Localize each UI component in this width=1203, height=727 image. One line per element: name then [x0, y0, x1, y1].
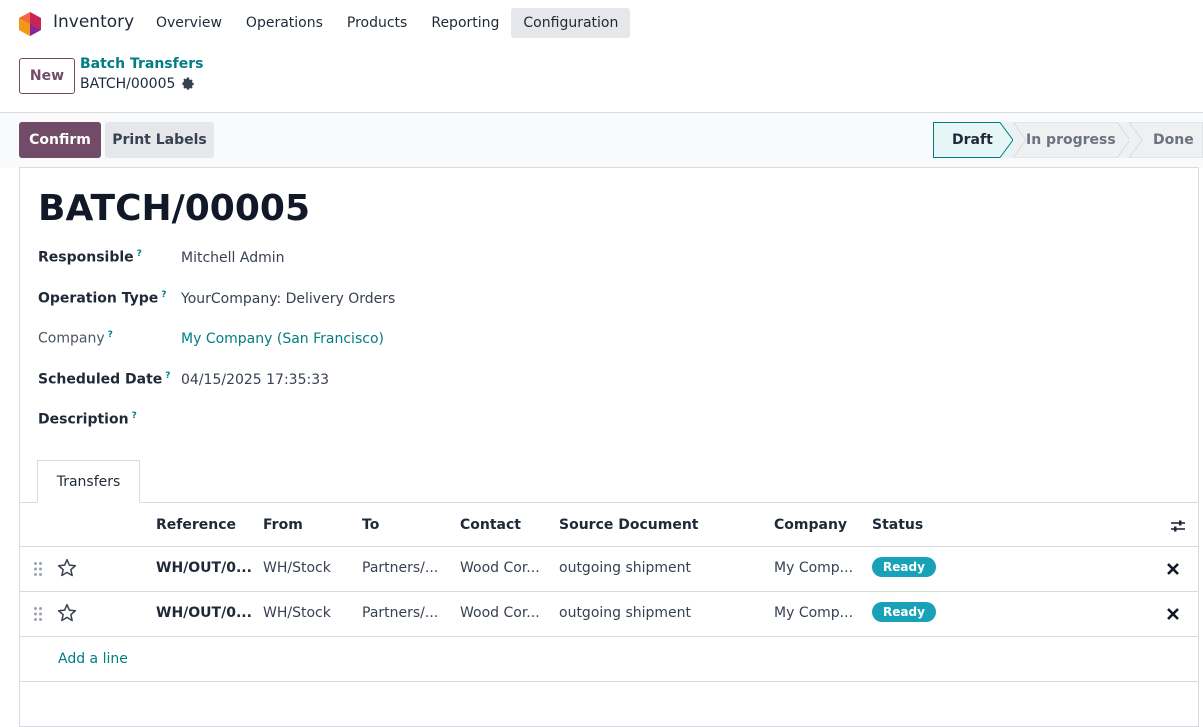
- cell-reference: WH/OUT/0...: [156, 560, 252, 576]
- gear-icon[interactable]: [181, 77, 195, 91]
- menu-reporting[interactable]: Reporting: [419, 8, 511, 38]
- record-title[interactable]: BATCH/00005: [38, 188, 310, 229]
- col-from[interactable]: From: [263, 517, 303, 533]
- cell-company: My Comp...: [774, 605, 854, 621]
- cell-to: Partners/...: [362, 560, 439, 576]
- help-icon[interactable]: ?: [108, 330, 113, 340]
- help-icon[interactable]: ?: [132, 411, 137, 421]
- company-field[interactable]: My Company (San Francisco): [181, 331, 384, 347]
- help-icon[interactable]: ?: [161, 290, 166, 300]
- stage-done[interactable]: Done: [1129, 122, 1203, 158]
- breadcrumb-current-record: BATCH/00005: [80, 76, 195, 92]
- responsible-field[interactable]: Mitchell Admin: [181, 250, 285, 266]
- form-statusbar: Confirm Print Labels Draft In progress D…: [0, 113, 1203, 168]
- confirm-button[interactable]: Confirm: [19, 122, 101, 158]
- drag-handle-icon[interactable]: [33, 561, 43, 577]
- description-label: Description?: [38, 411, 137, 428]
- col-to[interactable]: To: [362, 517, 379, 533]
- table-row[interactable]: WH/OUT/0... WH/Stock Partners/... Wood C…: [20, 592, 1198, 637]
- status-badge: Ready: [872, 557, 936, 577]
- inventory-app-icon[interactable]: [19, 12, 41, 36]
- menu-configuration[interactable]: Configuration: [511, 8, 631, 38]
- notebook-tabs: Transfers: [20, 460, 1198, 503]
- help-icon[interactable]: ?: [165, 371, 170, 381]
- col-status[interactable]: Status: [872, 517, 923, 533]
- breadcrumb-batch-transfers[interactable]: Batch Transfers: [80, 56, 203, 72]
- control-panel: New Batch Transfers BATCH/00005: [0, 46, 1203, 113]
- description-field[interactable]: [181, 412, 781, 432]
- col-company[interactable]: Company: [774, 517, 847, 533]
- cell-company: My Comp...: [774, 560, 854, 576]
- stage-in-progress[interactable]: In progress: [1013, 122, 1131, 158]
- menu-products[interactable]: Products: [335, 8, 419, 38]
- cell-source-document: outgoing shipment: [559, 560, 692, 576]
- operation-type-label: Operation Type?: [38, 290, 167, 307]
- main-menu: Overview Operations Products Reporting C…: [144, 8, 631, 38]
- col-reference[interactable]: Reference: [156, 517, 236, 533]
- responsible-label: Responsible?: [38, 249, 142, 266]
- form-sheet: BATCH/00005 Responsible? Mitchell Admin …: [19, 167, 1199, 727]
- tab-transfers[interactable]: Transfers: [37, 460, 140, 503]
- scheduled-date-field[interactable]: 04/15/2025 17:35:33: [181, 372, 329, 388]
- record-name-label: BATCH/00005: [80, 76, 176, 92]
- delete-row-icon[interactable]: [1166, 607, 1180, 621]
- top-navbar: Inventory Overview Operations Products R…: [0, 0, 1203, 46]
- stage-draft-label: Draft: [952, 132, 993, 148]
- stage-done-label: Done: [1153, 132, 1194, 148]
- add-line-row: Add a line: [20, 637, 1198, 682]
- cell-from: WH/Stock: [263, 560, 331, 576]
- table-header: Reference From To Contact Source Documen…: [20, 503, 1198, 547]
- drag-handle-icon[interactable]: [33, 606, 43, 622]
- stage-in-progress-label: In progress: [1026, 132, 1116, 148]
- company-label: Company?: [38, 330, 113, 347]
- optional-columns-icon[interactable]: [1170, 518, 1186, 534]
- delete-row-icon[interactable]: [1166, 562, 1180, 576]
- operation-type-field[interactable]: YourCompany: Delivery Orders: [181, 291, 395, 307]
- col-source-document[interactable]: Source Document: [559, 517, 699, 533]
- star-icon[interactable]: [57, 603, 77, 623]
- cell-to: Partners/...: [362, 605, 439, 621]
- scheduled-date-label: Scheduled Date?: [38, 371, 171, 388]
- cell-contact: Wood Cor...: [460, 605, 540, 621]
- col-contact[interactable]: Contact: [460, 517, 521, 533]
- new-button[interactable]: New: [19, 58, 75, 94]
- print-labels-button[interactable]: Print Labels: [105, 122, 214, 158]
- menu-operations[interactable]: Operations: [234, 8, 335, 38]
- app-name[interactable]: Inventory: [53, 12, 134, 32]
- stage-pipeline: Draft In progress Done: [933, 122, 1203, 158]
- status-badge: Ready: [872, 602, 936, 622]
- transfers-table: Reference From To Contact Source Documen…: [20, 503, 1198, 682]
- menu-overview[interactable]: Overview: [144, 8, 234, 38]
- cell-source-document: outgoing shipment: [559, 605, 692, 621]
- add-a-line-link[interactable]: Add a line: [58, 651, 128, 667]
- help-icon[interactable]: ?: [137, 249, 142, 259]
- cell-contact: Wood Cor...: [460, 560, 540, 576]
- cell-reference: WH/OUT/0...: [156, 605, 252, 621]
- table-row[interactable]: WH/OUT/0... WH/Stock Partners/... Wood C…: [20, 547, 1198, 592]
- cell-from: WH/Stock: [263, 605, 331, 621]
- star-icon[interactable]: [57, 558, 77, 578]
- stage-draft[interactable]: Draft: [933, 122, 1014, 158]
